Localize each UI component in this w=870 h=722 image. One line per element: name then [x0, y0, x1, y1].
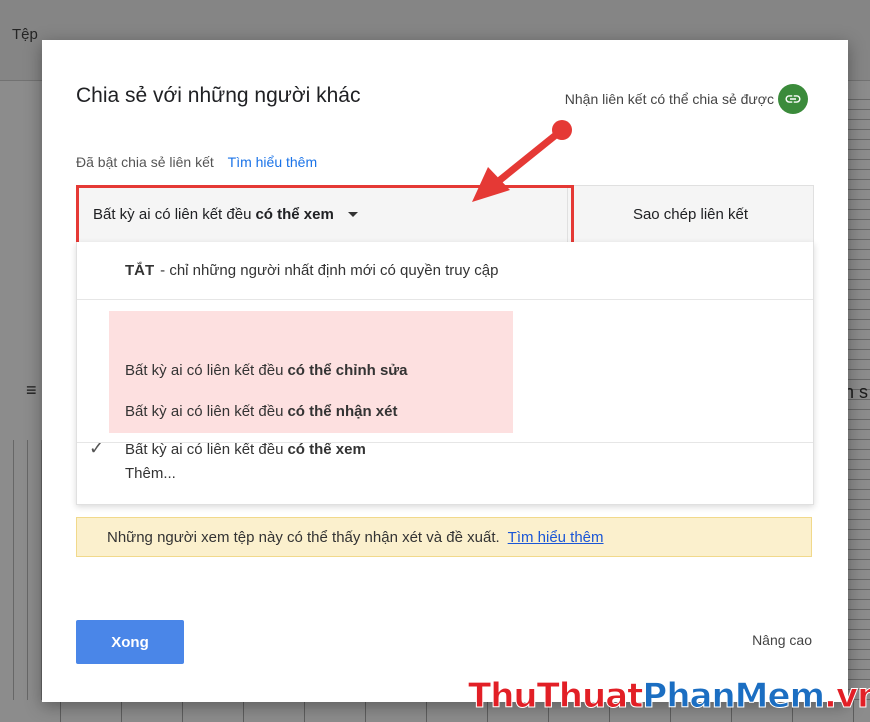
menu-file: Tệp: [12, 26, 38, 43]
option-prefix: Bất kỳ ai có liên kết đều: [125, 402, 284, 420]
menu-item-more[interactable]: Thêm...: [125, 454, 176, 492]
access-level-dropdown[interactable]: Bất kỳ ai có liên kết đều có thể xem: [77, 186, 567, 242]
option-prefix: Bất kỳ ai có liên kết đều: [125, 361, 284, 379]
access-row: Bất kỳ ai có liên kết đều có thể xem Sao…: [76, 185, 814, 243]
background-table-lines: [0, 440, 42, 722]
done-button[interactable]: Xong: [76, 620, 184, 664]
access-level-menu: TẮT - chỉ những người nhất định mới có q…: [76, 242, 814, 505]
notice-text: Những người xem tệp này có thể thấy nhận…: [107, 528, 500, 546]
menu-item-off-desc: - chỉ những người nhất định mới có quyền…: [160, 262, 499, 279]
get-shareable-link[interactable]: Nhận liên kết có thể chia sẻ được: [565, 84, 808, 114]
watermark-part2: PhanMem: [642, 676, 826, 717]
option-level: có thể xem: [287, 440, 366, 458]
chain-link-icon: [785, 95, 801, 103]
menu-divider: [77, 442, 813, 443]
watermark-part1: ThuThuat: [467, 676, 643, 717]
dialog-title: Chia sẻ với những người khác: [76, 84, 361, 107]
menu-item-can-comment[interactable]: Bất kỳ ai có liên kết đều có thể nhận xé…: [125, 392, 397, 430]
access-level-prefix: Bất kỳ ai có liên kết đều: [93, 205, 252, 223]
link-sharing-status: Đã bật chia sẻ liên kết Tìm hiểu thêm: [76, 154, 317, 170]
notice-learn-more-link[interactable]: Tìm hiểu thêm: [508, 529, 604, 546]
access-level-value: có thể xem: [255, 205, 334, 223]
menu-item-off-label: TẮT: [125, 262, 155, 279]
background-align-icon: ≡: [26, 380, 37, 400]
option-level: có thể nhận xét: [287, 402, 398, 420]
watermark-logo: ThuThuatPhanMem.vn: [467, 676, 870, 717]
menu-item-can-edit[interactable]: Bất kỳ ai có liên kết đều có thể chỉnh s…: [125, 351, 408, 389]
watermark-part3: .vn: [823, 676, 870, 717]
link-sharing-status-text: Đã bật chia sẻ liên kết: [76, 154, 214, 170]
option-level: có thể chỉnh sửa: [287, 361, 408, 379]
learn-more-link[interactable]: Tìm hiểu thêm: [228, 154, 317, 170]
share-dialog: Chia sẻ với những người khác Nhận liên k…: [42, 40, 848, 702]
get-link-label: Nhận liên kết có thể chia sẻ được: [564, 91, 774, 107]
caret-down-icon: [347, 211, 358, 217]
advanced-link[interactable]: Nâng cao: [752, 632, 812, 648]
menu-item-off[interactable]: TẮT - chỉ những người nhất định mới có q…: [77, 242, 813, 300]
link-icon[interactable]: [778, 84, 808, 114]
comments-notice: Những người xem tệp này có thể thấy nhận…: [76, 517, 812, 557]
copy-link-button[interactable]: Sao chép liên kết: [567, 186, 813, 242]
